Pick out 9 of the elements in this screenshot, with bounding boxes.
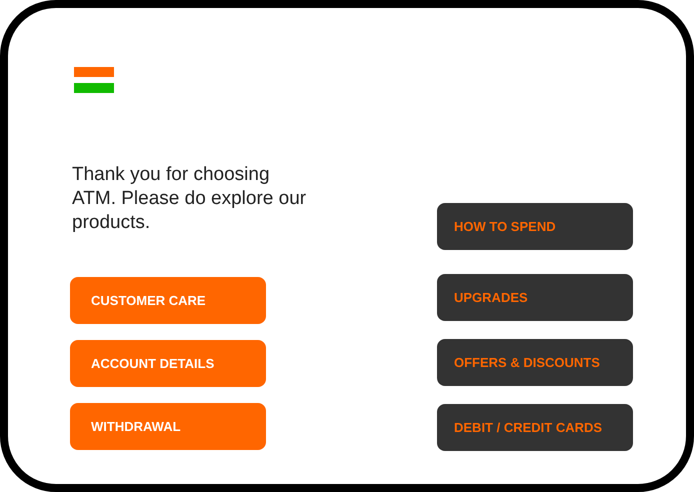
menu-button[interactable]: HOW TO SPEND xyxy=(437,203,633,250)
menu-button[interactable]: WITHDRAWAL xyxy=(70,403,266,450)
menu-button[interactable]: UPGRADES xyxy=(437,274,633,321)
menu-button[interactable]: DEBIT / CREDIT CARDS xyxy=(437,404,633,451)
welcome-message: Thank you for choosing ATM. Please do explore our products. xyxy=(72,163,308,235)
flag-icon xyxy=(74,67,114,93)
menu-button[interactable]: CUSTOMER CARE xyxy=(70,277,266,324)
menu-button[interactable]: OFFERS & DISCOUNTS xyxy=(437,339,633,386)
menu-button[interactable]: ACCOUNT DETAILS xyxy=(70,340,266,387)
